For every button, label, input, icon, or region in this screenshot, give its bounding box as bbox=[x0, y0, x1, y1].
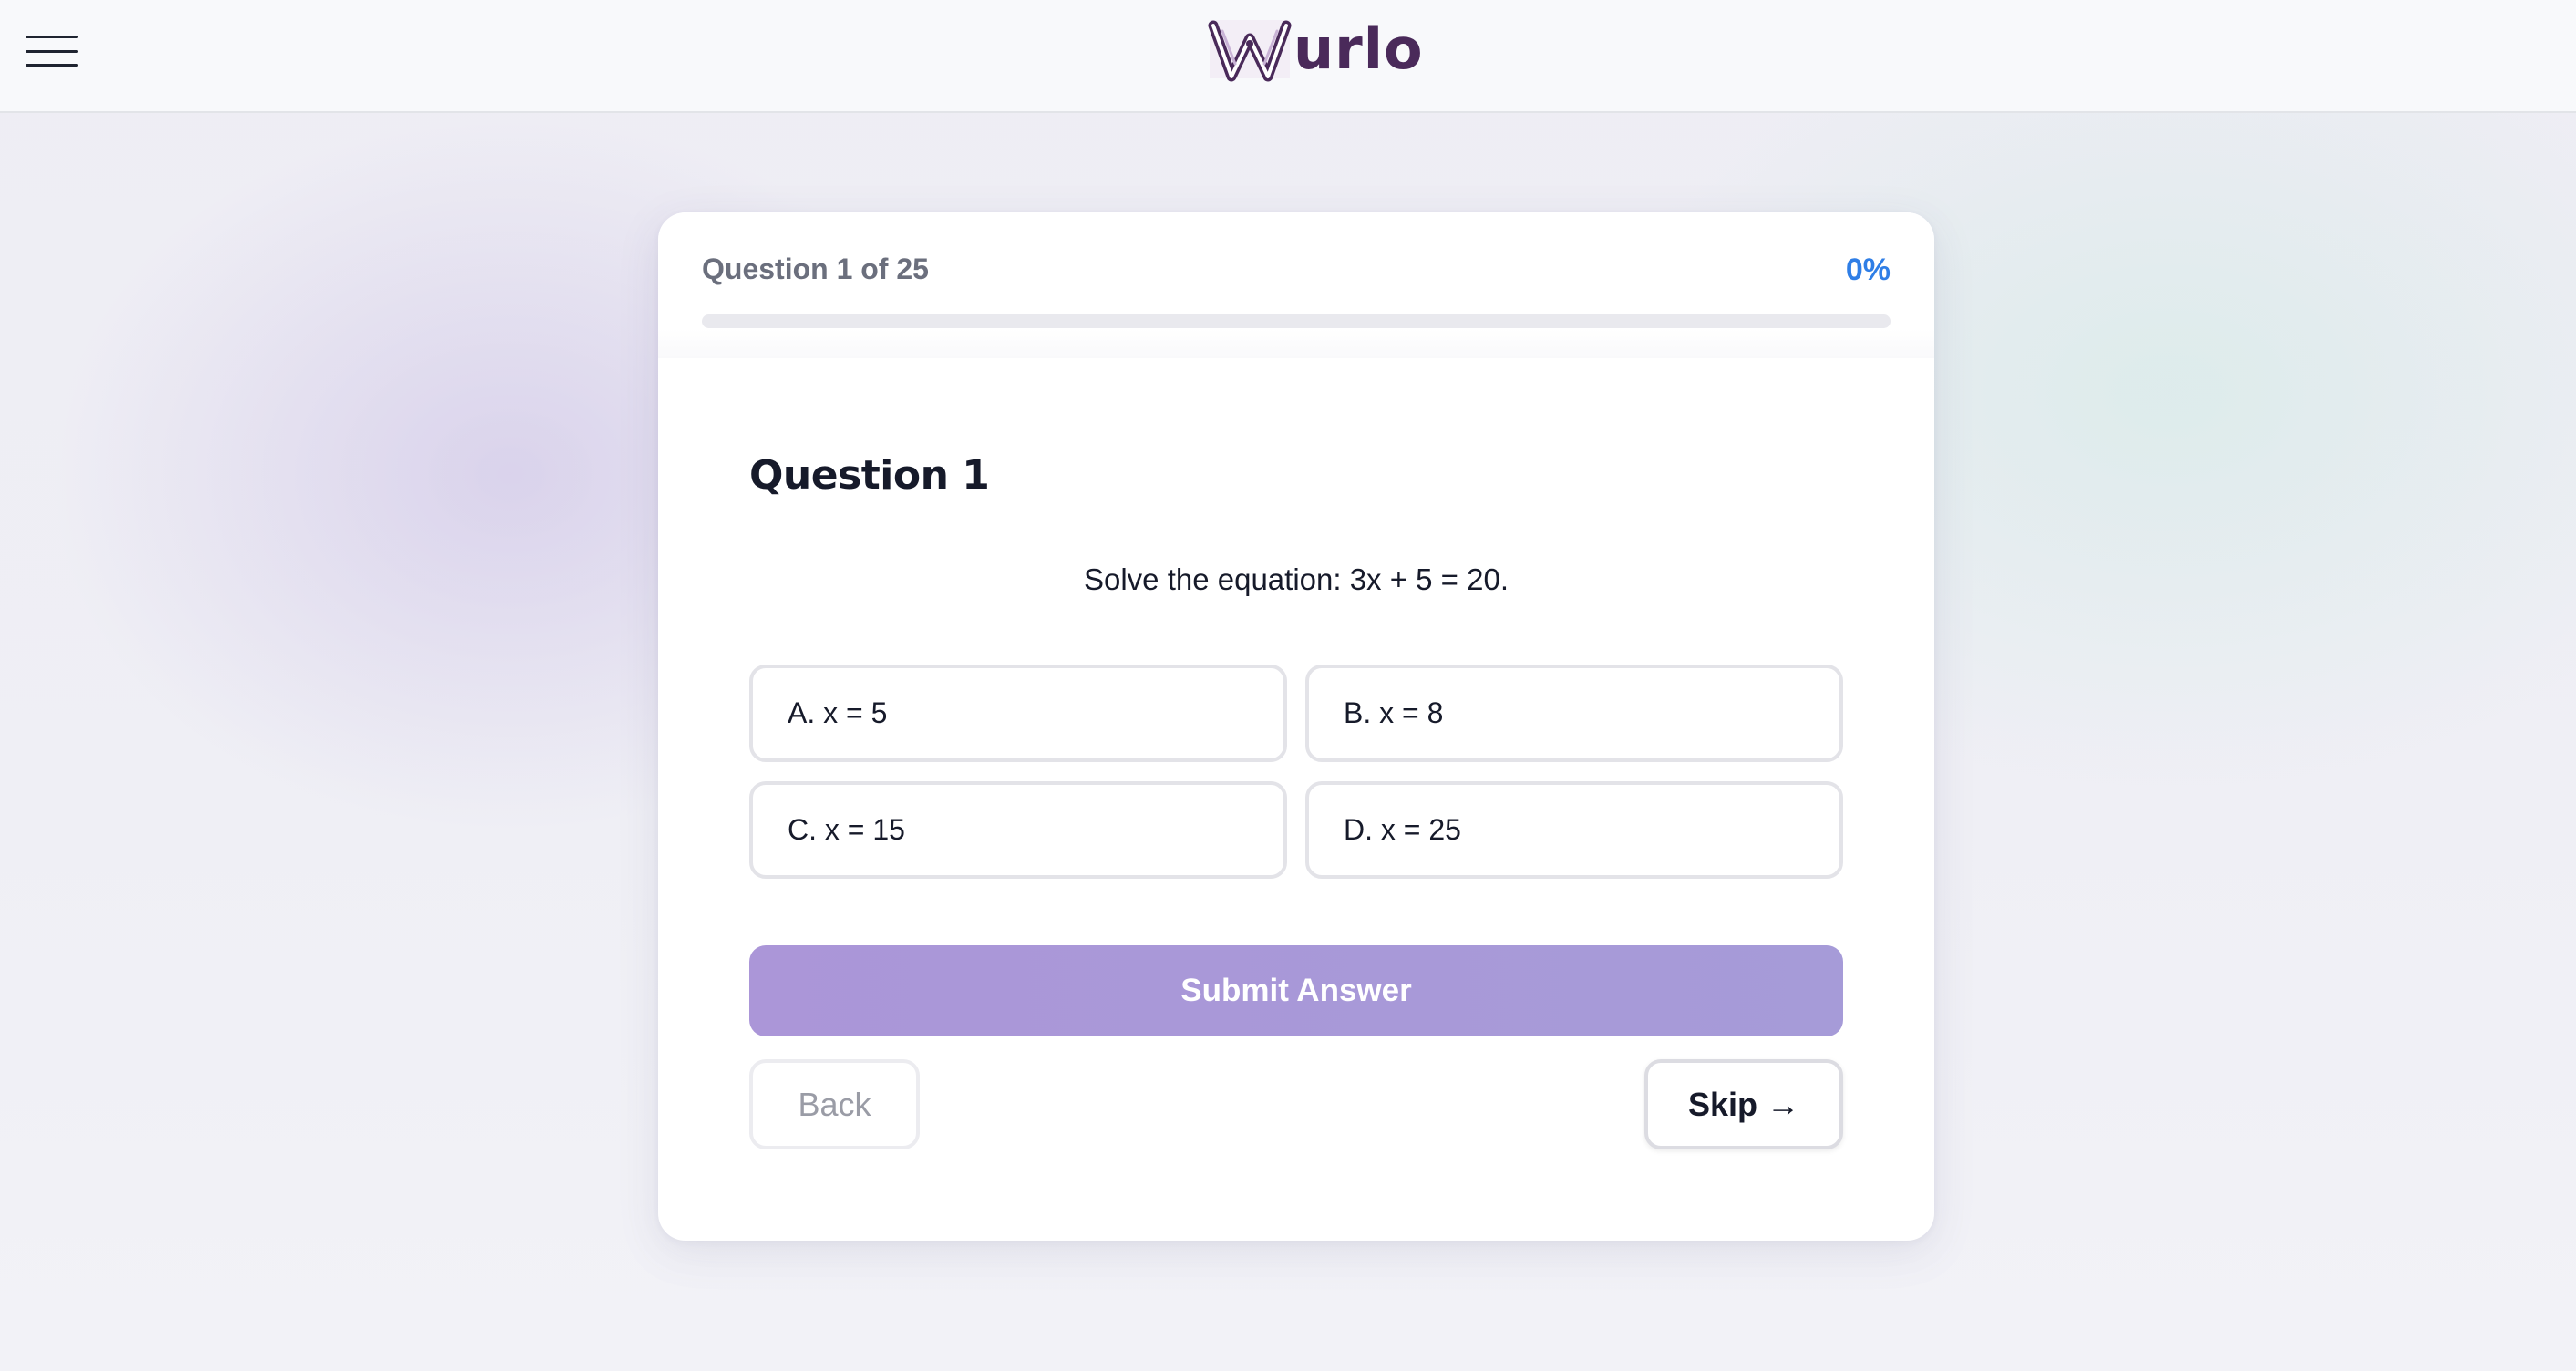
top-bar: urlo bbox=[0, 0, 2576, 113]
menu-line bbox=[26, 36, 78, 38]
wurlo-logo[interactable]: urlo bbox=[1208, 16, 1424, 82]
skip-button[interactable]: Skip → bbox=[1644, 1059, 1843, 1149]
menu-line bbox=[26, 64, 78, 67]
submit-answer-button[interactable]: Submit Answer bbox=[749, 945, 1843, 1036]
answer-option-b[interactable]: B. x = 8 bbox=[1305, 665, 1843, 762]
w-logo-icon bbox=[1208, 20, 1292, 82]
hamburger-menu-icon[interactable] bbox=[26, 33, 78, 69]
logo-text: urlo bbox=[1293, 15, 1424, 82]
quiz-progress-header: Question 1 of 25 0% bbox=[658, 212, 1934, 358]
question-title: Question 1 bbox=[749, 452, 990, 499]
answer-option-d[interactable]: D. x = 25 bbox=[1305, 781, 1843, 879]
question-text: Solve the equation: 3x + 5 = 20. bbox=[1083, 562, 1509, 596]
skip-label: Skip bbox=[1687, 1085, 1758, 1123]
arrow-right-icon: → bbox=[1767, 1085, 1800, 1123]
answer-option-a[interactable]: A. x = 5 bbox=[749, 665, 1287, 762]
progress-bar bbox=[702, 314, 1891, 328]
back-button[interactable]: Back bbox=[749, 1059, 920, 1149]
menu-line bbox=[26, 49, 78, 53]
question-counter: Question 1 of 25 bbox=[702, 253, 929, 285]
answer-option-c[interactable]: C. x = 15 bbox=[749, 781, 1287, 879]
progress-percent: 0% bbox=[1845, 253, 1891, 287]
quiz-card: Question 1 of 25 0% Question 1 Solve the… bbox=[658, 212, 1934, 1241]
